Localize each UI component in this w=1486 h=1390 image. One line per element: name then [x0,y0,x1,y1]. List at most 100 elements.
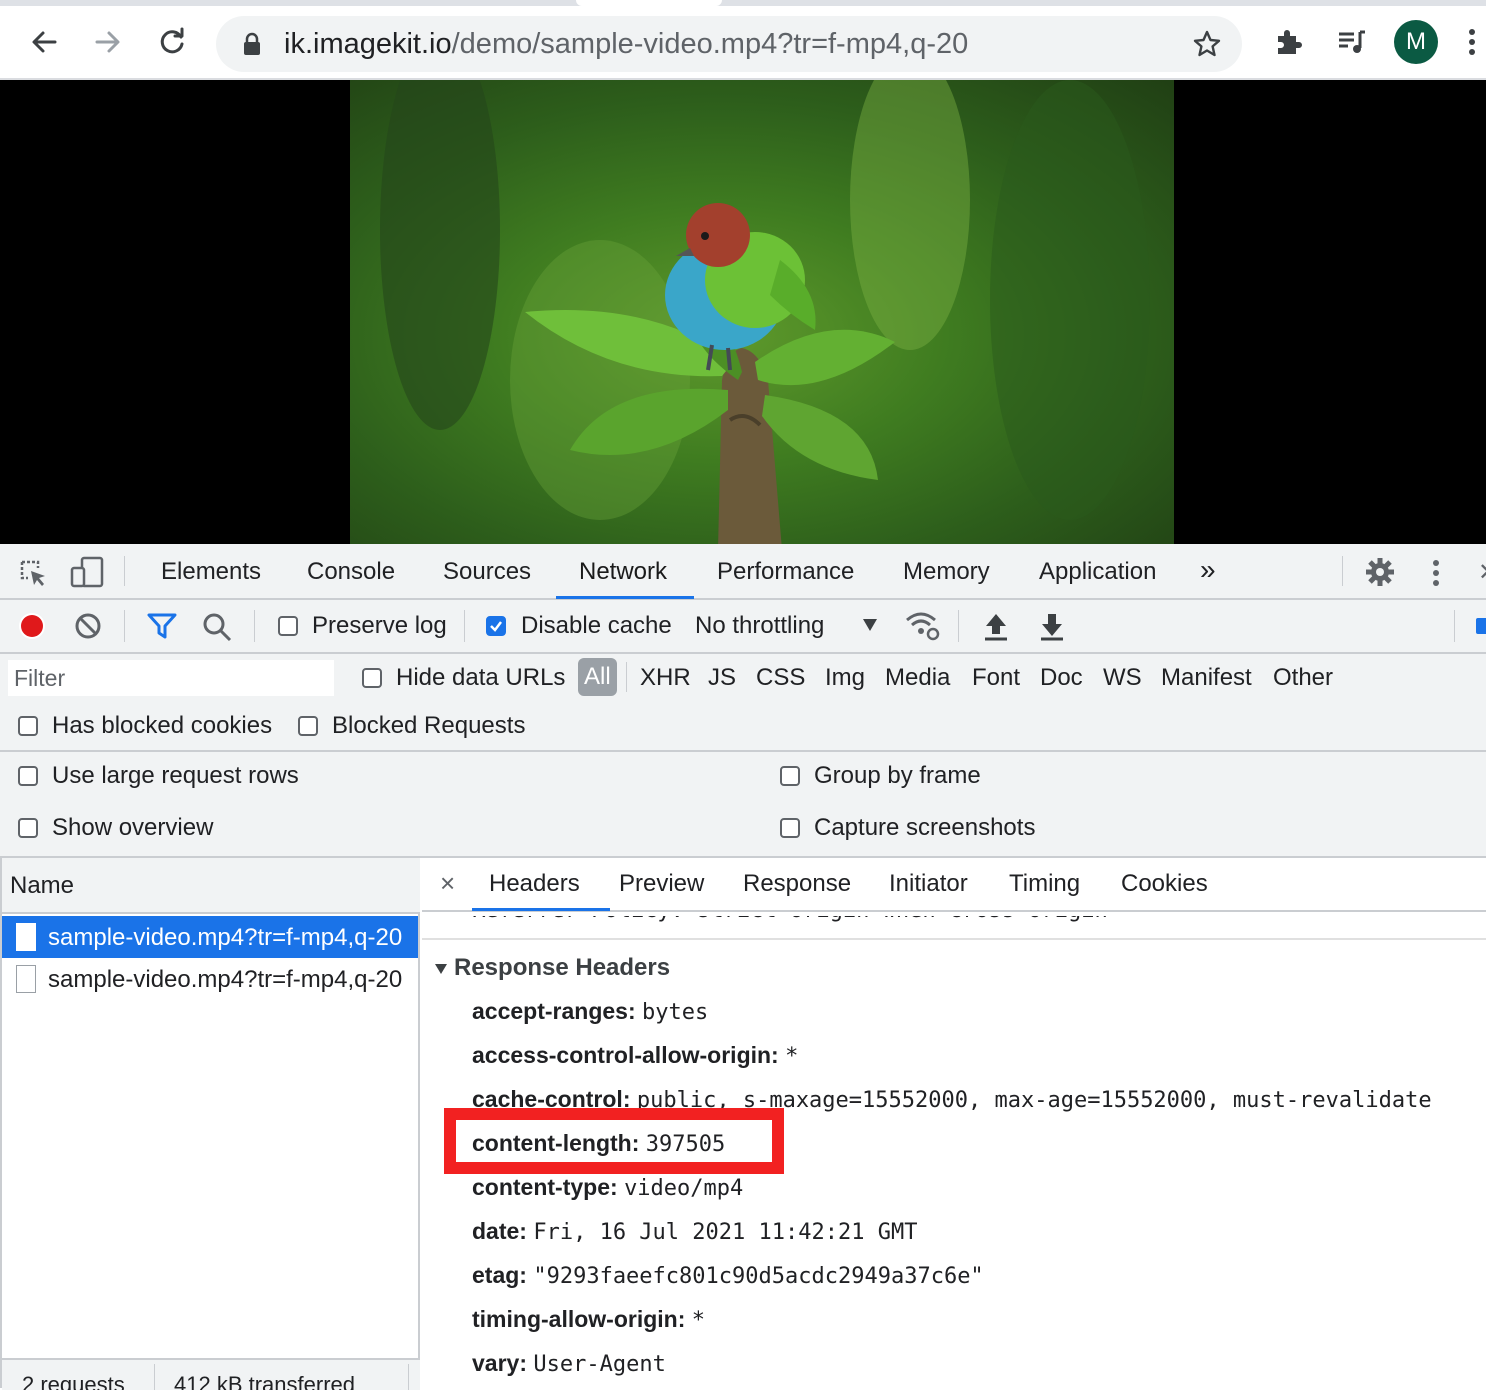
preserve-log-checkbox[interactable] [278,616,298,636]
tab-initiator[interactable]: Initiator [889,870,968,898]
preserve-log-label[interactable]: Preserve log [312,612,447,640]
filter-input[interactable] [8,660,334,696]
hide-data-urls-checkbox[interactable] [362,668,382,688]
header-row: date: Fri, 16 Jul 2021 11:42:21 GMT [472,1218,917,1245]
browser-toolbar: ik.imagekit.io/demo/sample-video.mp4?tr=… [0,6,1486,80]
tab-headers[interactable]: Headers [489,870,580,898]
capture-screenshots-label[interactable]: Capture screenshots [814,814,1035,842]
profile-avatar[interactable]: M [1394,20,1438,64]
has-blocked-cookies-checkbox[interactable] [18,716,38,736]
network-toolbar: Preserve log Disable cache No throttling [0,600,1486,654]
request-row[interactable]: sample-video.mp4?tr=f-mp4,q-20 [2,916,418,958]
network-settings-icon[interactable] [1476,618,1486,634]
blocked-requests-checkbox[interactable] [298,716,318,736]
url-text[interactable]: ik.imagekit.io/demo/sample-video.mp4?tr=… [284,28,968,60]
inspect-element-icon[interactable] [18,558,48,593]
document-icon [16,923,36,951]
header-key: etag: [472,1262,527,1288]
large-rows-label[interactable]: Use large request rows [52,762,299,790]
tab-console[interactable]: Console [307,558,395,586]
tab-preview[interactable]: Preview [619,870,704,898]
type-filter-img[interactable]: Img [825,664,865,692]
disable-cache-checkbox[interactable] [486,616,506,636]
tab-performance[interactable]: Performance [717,558,854,586]
show-overview-checkbox[interactable] [18,818,38,838]
media-queue-icon[interactable] [1330,20,1374,64]
record-icon[interactable] [18,612,46,645]
header-key: content-type: [472,1174,618,1200]
export-har-icon[interactable] [1038,610,1066,647]
type-filter-css[interactable]: CSS [756,664,805,692]
throttling-select[interactable]: No throttling [695,612,824,640]
network-settings-pane: Use large request rows Show overview Gro… [0,752,1486,858]
bookmark-star-icon[interactable] [1192,29,1222,64]
show-overview-label[interactable]: Show overview [52,814,213,842]
close-devtools-icon[interactable]: ✕ [1478,558,1486,587]
extensions-puzzle-icon[interactable] [1266,20,1310,64]
lock-icon[interactable] [242,32,262,61]
network-conditions-icon[interactable] [904,610,942,647]
large-rows-checkbox[interactable] [18,766,38,786]
tab-sources[interactable]: Sources [443,558,531,586]
type-filter-other[interactable]: Other [1273,664,1333,692]
header-key: date: [472,1218,527,1244]
header-row: etag: "9293faeefc801c90d5acdc2949a37c6e" [472,1262,984,1289]
header-value: bytes [642,1000,709,1025]
type-filter-doc[interactable]: Doc [1040,664,1083,692]
search-icon[interactable] [202,612,232,647]
blocked-requests-label[interactable]: Blocked Requests [332,712,525,740]
header-row: access-control-allow-origin: * [472,1042,798,1069]
header-row: content-type: video/mp4 [472,1174,743,1201]
tab-timing[interactable]: Timing [1009,870,1080,898]
devtools-menu-icon[interactable] [1430,558,1442,593]
url-path: /demo/sample-video.mp4?tr=f-mp4,q-20 [451,28,969,60]
group-by-frame-label[interactable]: Group by frame [814,762,981,790]
request-list-header: Name [2,858,420,914]
throttling-dropdown-arrow-icon[interactable] [862,618,878,637]
forward-icon[interactable] [86,20,130,64]
active-tab-indicator [556,596,694,599]
type-filter-manifest[interactable]: Manifest [1161,664,1252,692]
video-player[interactable] [350,80,1174,544]
filter-funnel-icon[interactable] [146,612,178,645]
type-filter-font[interactable]: Font [972,664,1020,692]
type-filter-media[interactable]: Media [885,664,950,692]
device-toolbar-icon[interactable] [70,556,104,593]
header-key: timing-allow-origin: [472,1306,686,1332]
clear-icon[interactable] [74,612,102,645]
request-row[interactable]: sample-video.mp4?tr=f-mp4,q-20 [2,958,418,1000]
group-by-frame-checkbox[interactable] [780,766,800,786]
has-blocked-cookies-label[interactable]: Has blocked cookies [52,712,272,740]
browser-menu-icon[interactable] [1458,20,1486,64]
tab-memory[interactable]: Memory [903,558,990,586]
import-har-icon[interactable] [982,610,1010,647]
header-value: * [785,1044,799,1069]
tab-elements[interactable]: Elements [161,558,261,586]
tab-application[interactable]: Application [1039,558,1156,586]
response-headers-section[interactable]: Response Headers [434,954,670,982]
video-viewport [0,80,1486,544]
tab-cookies[interactable]: Cookies [1121,870,1208,898]
tab-response[interactable]: Response [743,870,851,898]
name-column-header[interactable]: Name [10,872,74,900]
devtools-settings-gear-icon[interactable] [1364,556,1396,593]
address-bar[interactable]: ik.imagekit.io/demo/sample-video.mp4?tr=… [216,16,1242,72]
hide-data-urls-label[interactable]: Hide data URLs [396,664,565,692]
header-value: User-Agent [533,1352,666,1377]
type-filter-xhr[interactable]: XHR [640,664,691,692]
expand-triangle-icon[interactable] [434,963,448,975]
header-value: * [691,1308,705,1333]
annotation-highlight-box [444,1108,784,1174]
tab-network[interactable]: Network [579,558,667,586]
type-filter-js[interactable]: JS [708,664,736,692]
type-filter-all[interactable]: All [578,658,617,696]
reload-icon[interactable] [150,20,194,64]
disable-cache-label[interactable]: Disable cache [521,612,672,640]
capture-screenshots-checkbox[interactable] [780,818,800,838]
more-tabs-chevron-icon[interactable]: » [1200,554,1216,586]
close-details-icon[interactable]: × [440,868,455,899]
type-filter-ws[interactable]: WS [1103,664,1142,692]
back-icon[interactable] [22,20,66,64]
header-value: "9293faeefc801c90d5acdc2949a37c6e" [533,1264,984,1289]
checkmark-icon [490,621,502,632]
